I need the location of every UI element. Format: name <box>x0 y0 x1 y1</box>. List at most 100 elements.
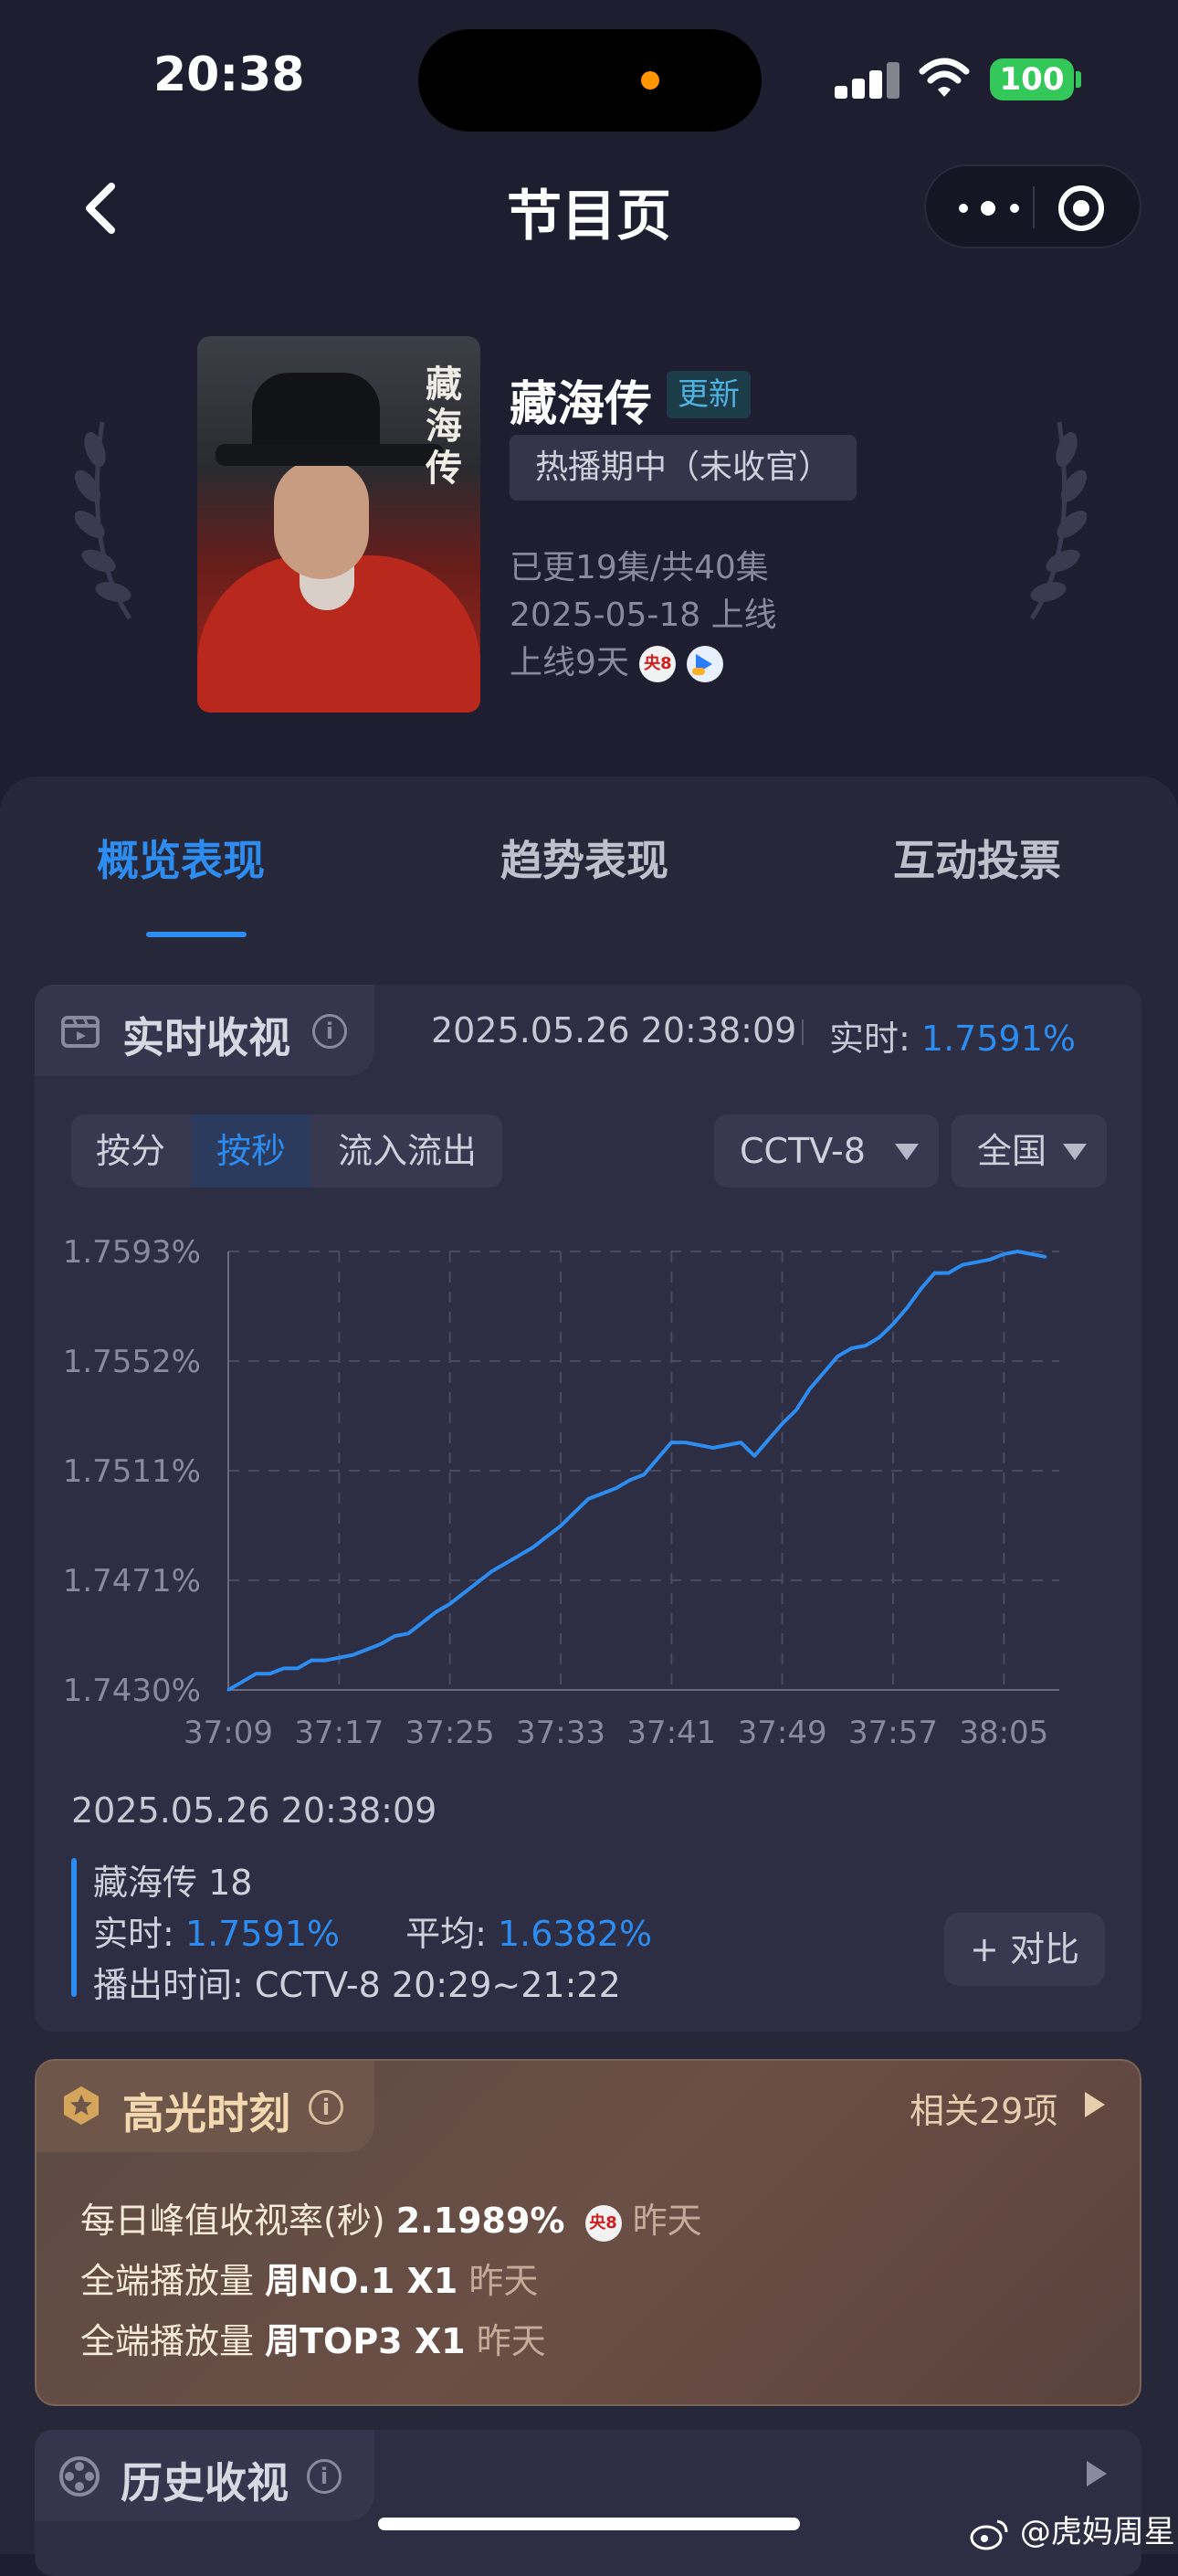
premiere-date: 2025-05-18 上线 <box>510 596 777 634</box>
data-point <box>393 1634 396 1638</box>
data-point <box>615 1486 618 1490</box>
realtime-info-icon[interactable]: i <box>312 1014 347 1049</box>
data-point <box>268 1672 271 1675</box>
privacy-indicator-dot <box>641 71 659 90</box>
segment-flow[interactable]: 流入流出 <box>312 1114 502 1188</box>
more-options-icon[interactable] <box>953 185 1025 230</box>
tab-trend[interactable]: 趋势表现 <box>500 828 668 888</box>
history-info-icon[interactable]: i <box>307 2459 342 2494</box>
data-point <box>601 1492 604 1495</box>
data-point <box>698 1443 701 1447</box>
show-poster[interactable]: 藏海传 <box>197 336 480 713</box>
data-point <box>711 1446 715 1450</box>
highlight-row: 全端播放量 周NO.1 X1 昨天 <box>80 2253 538 2303</box>
y-tick-label: 1.7511% <box>63 1453 201 1490</box>
data-point <box>365 1648 369 1652</box>
realtime-title: 实时收视 <box>122 1013 290 1062</box>
laurel-right-icon <box>1029 421 1087 620</box>
data-point <box>420 1621 424 1624</box>
update-badge: 更新 <box>667 371 751 418</box>
highlight-value: 2.1989% <box>395 2201 565 2241</box>
data-point <box>448 1602 452 1606</box>
x-tick-label: 37:33 <box>516 1715 605 1751</box>
series-air-time: 播出时间: CCTV-8 20:29~21:22 <box>93 1965 621 2005</box>
tab-overview[interactable]: 概览表现 <box>97 828 265 888</box>
x-tick-label: 38:05 <box>959 1715 1048 1751</box>
realtime-card-header: 实时收视 i <box>35 985 374 1076</box>
x-tick-label: 37:25 <box>405 1715 495 1751</box>
granularity-segmented-control: 按分 按秒 流入流出 <box>71 1114 502 1188</box>
data-point <box>379 1642 383 1646</box>
weibo-watermark: @虎妈周星 <box>970 2507 1175 2551</box>
x-tick-label: 37:57 <box>848 1715 938 1751</box>
streaming-platform-logo-icon <box>686 646 723 682</box>
close-miniprogram-icon[interactable] <box>1056 183 1107 234</box>
data-point <box>337 1656 341 1660</box>
x-tick-label: 37:17 <box>294 1715 384 1751</box>
live-label: 实时: <box>829 1019 910 1059</box>
data-point <box>254 1672 258 1675</box>
highlights-info-icon[interactable]: i <box>309 2090 343 2125</box>
segment-by-minute[interactable]: 按分 <box>71 1114 190 1188</box>
data-point <box>961 1263 964 1267</box>
data-point <box>781 1422 784 1425</box>
cctv8-logo-icon: 央8 <box>639 646 677 682</box>
chevron-down-icon <box>895 1144 919 1160</box>
realtime-timestamp: 2025.05.26 20:38:09 <box>431 1010 797 1050</box>
data-point <box>684 1441 687 1444</box>
segment-by-second[interactable]: 按秒 <box>192 1114 310 1188</box>
data-point <box>435 1610 437 1614</box>
data-point <box>656 1457 659 1461</box>
highlight-row: 每日峰值收视率(秒) 2.1989% 央8 昨天 <box>80 2192 702 2243</box>
home-indicator[interactable] <box>378 2518 800 2530</box>
data-point <box>310 1659 313 1663</box>
chart-cursor-time: 2025.05.26 20:38:09 <box>71 1790 437 1831</box>
highlight-label: 全端播放量 <box>80 2321 255 2361</box>
data-point <box>323 1659 327 1663</box>
highlights-title: 高光时刻 <box>122 2089 290 2138</box>
highlights-more-link[interactable]: 相关29项 <box>910 2083 1057 2133</box>
show-title: 藏海传 <box>510 377 653 432</box>
star-badge-icon <box>64 2086 99 2125</box>
data-point <box>503 1562 507 1566</box>
data-point <box>808 1387 812 1390</box>
play-arrow-icon[interactable] <box>1087 2461 1107 2486</box>
data-point <box>1002 1252 1005 1256</box>
data-point <box>878 1336 881 1339</box>
data-point <box>282 1666 286 1670</box>
highlight-value: 周TOP3 X1 <box>265 2321 466 2361</box>
live-value: 1.7591% <box>920 1019 1076 1059</box>
compare-button[interactable]: + 对比 <box>944 1913 1105 1986</box>
data-point <box>531 1546 535 1549</box>
data-point <box>974 1261 978 1264</box>
region-dropdown[interactable]: 全国 <box>952 1114 1107 1188</box>
wifi-icon <box>919 58 970 97</box>
data-point <box>226 1688 230 1692</box>
data-point <box>905 1306 909 1310</box>
data-point <box>836 1355 839 1358</box>
episode-count: 已更19集/共40集 <box>510 549 769 586</box>
highlight-when: 昨天 <box>476 2321 546 2361</box>
series-avg-label: 平均: <box>405 1914 487 1954</box>
battery-icon: 100 <box>990 58 1074 100</box>
tv-schedule-icon <box>61 1016 100 1048</box>
data-point <box>669 1441 673 1444</box>
data-point <box>739 1441 742 1444</box>
history-header: 历史收视 i <box>35 2430 374 2521</box>
chevron-down-icon <box>1063 1144 1087 1160</box>
realtime-rating-chart[interactable]: 1.7430% 1.7471% 1.7511% 1.7552% 1.7593% 37:09… <box>55 1215 1114 1763</box>
mini-program-capsule <box>924 164 1141 248</box>
days-online-row: 上线9天 央8 <box>510 636 723 683</box>
data-point <box>296 1666 300 1670</box>
play-arrow-icon[interactable] <box>1085 2092 1105 2117</box>
series-avg-value: 1.6382% <box>497 1914 653 1954</box>
data-point <box>1044 1255 1047 1259</box>
x-tick-label: 37:49 <box>738 1715 827 1751</box>
highlight-label: 每日峰值收视率(秒) <box>80 2201 385 2241</box>
data-point <box>822 1371 826 1374</box>
tab-voting[interactable]: 互动投票 <box>893 828 1061 888</box>
channel-dropdown[interactable]: CCTV-8 <box>714 1114 939 1188</box>
tab-active-indicator <box>146 932 247 937</box>
watermark-text: @虎妈周星 <box>1019 2514 1175 2550</box>
series-live-value: 1.7591% <box>184 1914 340 1954</box>
